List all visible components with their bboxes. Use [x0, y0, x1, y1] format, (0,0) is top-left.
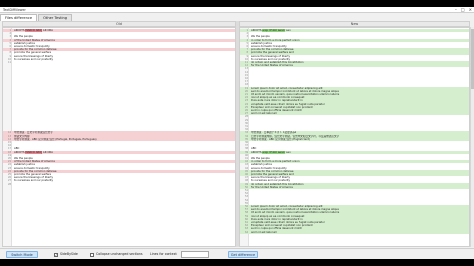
minimize-button[interactable]: – [455, 7, 457, 13]
window-title: TextDiffViewer [3, 8, 26, 12]
title-bar: TextDiffViewer – □ × [0, 7, 474, 13]
line-number: 64 [244, 230, 248, 234]
vertical-scrollbar[interactable] [470, 27, 474, 247]
tab-files-difference[interactable]: Files difference [0, 14, 38, 21]
side-by-side-checkbox[interactable]: ✓ SideBySide [54, 252, 78, 257]
line-text: anim id est laborum [251, 231, 277, 234]
collapse-unchanged-checkbox-box[interactable] [90, 252, 94, 257]
diff-line [3, 234, 235, 237]
collapse-unchanged-label: Collapse unchanged sections [96, 252, 143, 256]
get-difference-button[interactable]: Get difference [228, 251, 258, 258]
side-by-side-checkbox-box[interactable]: ✓ [54, 252, 58, 257]
context-lines-input[interactable] [181, 251, 209, 258]
black-border-bottom [0, 259, 474, 266]
close-button[interactable]: × [469, 7, 472, 13]
old-text-pane[interactable]: 1 ARCOTS MARCO AROJ AR ORA 2 3 We the people… [2, 27, 236, 247]
app-window: TextDiffViewer – □ × Files difference Ot… [0, 7, 474, 259]
tab-other-testing[interactable]: Other Testing [38, 14, 73, 21]
side-by-side-label: SideBySide [60, 252, 78, 256]
switch-mode-button[interactable]: Switch Mode [6, 251, 38, 258]
diff-line: 64 anim id est laborum [240, 230, 469, 234]
maximize-button[interactable]: □ [461, 7, 465, 13]
collapse-unchanged-checkbox[interactable]: Collapse unchanged sections [90, 252, 143, 257]
context-lines-label: Lines for context [150, 252, 177, 256]
line-text-part: anim id est laborum [251, 230, 278, 234]
new-text-pane[interactable]: 1 ARCOTS enip rif stol aenor sen 2 3 We the … [239, 27, 470, 247]
bottom-toolbar: Switch Mode ✓ SideBySide Collapse unchan… [0, 248, 474, 259]
window-controls: – □ × [455, 7, 472, 13]
